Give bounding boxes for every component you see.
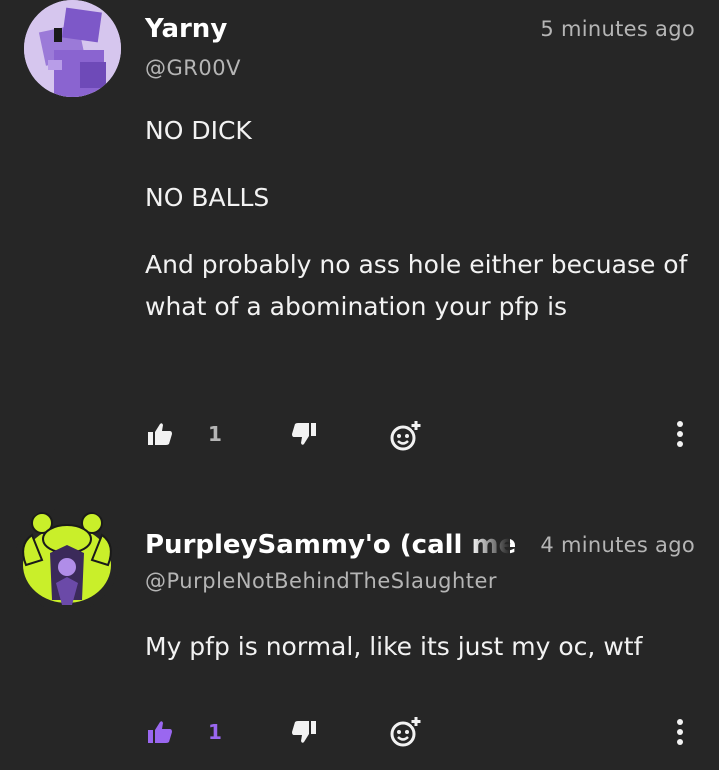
thumbs-up-icon bbox=[147, 720, 173, 744]
like-button[interactable] bbox=[140, 714, 180, 750]
username[interactable]: PurpleySammy'o (call me bbox=[145, 530, 516, 560]
thumbs-down-icon bbox=[291, 720, 317, 744]
comment-paragraph: My pfp is normal, like its just my oc, w… bbox=[145, 626, 700, 668]
add-reaction-button[interactable] bbox=[384, 712, 428, 752]
timestamp: 4 minutes ago bbox=[540, 533, 695, 557]
user-handle[interactable]: @PurpleNotBehindTheSlaughter bbox=[145, 569, 497, 593]
avatar[interactable] bbox=[12, 505, 122, 615]
more-options-button[interactable] bbox=[664, 714, 696, 750]
comment: PurpleySammy'o (call me 4 minutes ago @P… bbox=[0, 0, 719, 770]
like-count: 1 bbox=[208, 720, 222, 744]
dislike-button[interactable] bbox=[284, 714, 324, 750]
comment-body: My pfp is normal, like its just my oc, w… bbox=[145, 626, 700, 668]
add-reaction-icon bbox=[388, 714, 424, 750]
more-vertical-icon bbox=[676, 719, 684, 745]
username-fade bbox=[470, 528, 510, 564]
